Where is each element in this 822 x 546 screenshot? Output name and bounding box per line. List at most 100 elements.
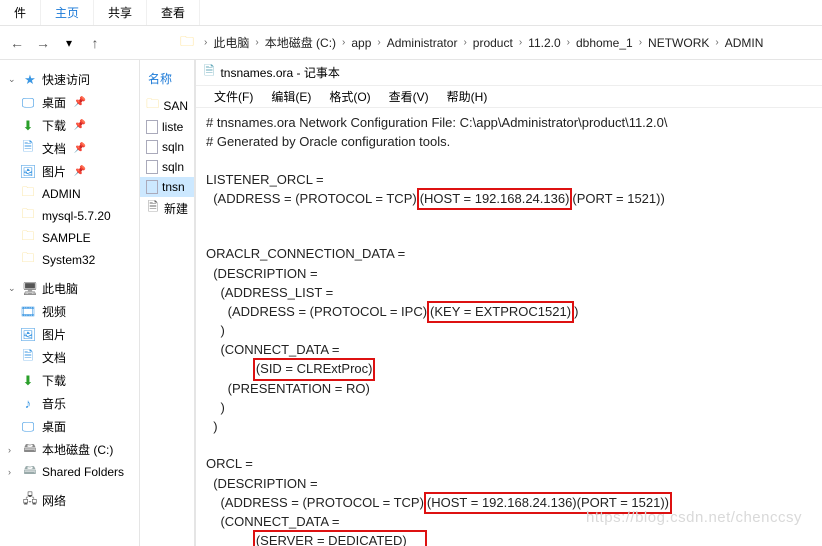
sidebar-network[interactable]: 🖧网络 [0, 489, 139, 512]
sidebar-item-music[interactable]: ♪ 音乐 [0, 392, 139, 415]
highlight-host: (HOST = 192.168.24.136) [417, 188, 573, 210]
sidebar-label: mysql-5.7.20 [42, 209, 111, 223]
sidebar-label: ADMIN [42, 187, 81, 201]
sidebar-quick-access[interactable]: ⌄★快速访问 [0, 68, 139, 91]
breadcrumb[interactable]: 🗀 › 此电脑 › 本地磁盘 (C:) › app › Administrato… [180, 31, 763, 55]
file-name: sqln [162, 160, 184, 174]
sidebar-label: 下载 [42, 117, 66, 134]
arrow-left-icon: ← [10, 35, 24, 51]
sidebar-item-downloads[interactable]: ⬇ 下载 [0, 369, 139, 392]
network-icon: 🖧 [22, 493, 38, 509]
path-seg[interactable]: 本地磁盘 (C:) [265, 34, 336, 51]
file-icon [146, 180, 158, 194]
list-item-selected[interactable]: tnsn [140, 177, 194, 197]
tab-share[interactable]: 共享 [94, 0, 147, 25]
sidebar-label: 下载 [42, 372, 66, 389]
sidebar-item-videos[interactable]: 🎞视频 [0, 300, 139, 323]
path-seg[interactable]: product [473, 36, 513, 50]
text-line: (DESCRIPTION = [206, 476, 318, 491]
sidebar-label: 视频 [42, 303, 66, 320]
download-icon: ⬇ [20, 373, 36, 389]
text-line: LISTENER_ORCL = [206, 172, 324, 187]
sidebar-label: 音乐 [42, 395, 66, 412]
sidebar-label: 网络 [42, 492, 66, 509]
sidebar-label: 桌面 [42, 94, 66, 111]
picture-icon: 🖼 [20, 327, 36, 343]
path-seg[interactable]: dbhome_1 [576, 36, 633, 50]
sidebar-item-shared[interactable]: ›🖴Shared Folders [0, 461, 139, 483]
sidebar-item-disk-c[interactable]: › 🖴本地磁盘 (C:) [0, 438, 139, 461]
arrow-up-icon: ↑ [92, 35, 99, 51]
list-item[interactable]: sqln [140, 137, 194, 157]
sidebar-label: 图片 [42, 326, 66, 343]
chevron-down-icon: ⌄ [8, 283, 18, 294]
highlight-key: (KEY = EXTPROC1521) [427, 301, 574, 323]
path-seg[interactable]: 11.2.0 [528, 36, 560, 50]
path-seg[interactable]: Administrator [387, 36, 458, 50]
chevron-right-icon: › [715, 37, 718, 48]
text-line: ) [574, 304, 578, 319]
highlight-sid: (SID = CLRExtProc) [253, 358, 376, 380]
nav-back-button[interactable]: ← [6, 32, 28, 54]
sidebar-item-documents[interactable]: 🗎 文档 [0, 346, 139, 369]
sidebar-this-pc[interactable]: ⌄🖥此电脑 [0, 277, 139, 300]
path-seg[interactable]: ADMIN [725, 36, 764, 50]
disk-icon: 🖴 [22, 442, 38, 458]
notepad-content[interactable]: # tnsnames.ora Network Configuration Fil… [196, 108, 822, 546]
nav-dropdown-button[interactable]: ▾ [58, 32, 80, 54]
main-area: ⌄★快速访问 🖵桌面📌 ⬇下载📌 🗎文档📌 🖼图片📌 🗀ADMIN 🗀mysql… [0, 60, 822, 546]
file-icon [146, 120, 158, 134]
column-header-name[interactable]: 名称 [140, 68, 194, 89]
text-line: (ADDRESS_LIST = [206, 285, 333, 300]
text-line: (SERVER = DEDICATED) [256, 533, 407, 546]
sidebar-label: 文档 [42, 349, 66, 366]
star-icon: ★ [22, 72, 38, 88]
chevron-right-icon: › [8, 445, 18, 455]
music-icon: ♪ [20, 396, 36, 412]
chevron-right-icon: › [463, 37, 466, 48]
sidebar-label: 此电脑 [42, 280, 78, 297]
chevron-down-icon: ▾ [66, 36, 72, 50]
nav-forward-button[interactable]: → [32, 32, 54, 54]
menu-view[interactable]: 查看(V) [381, 86, 437, 107]
sidebar-item-downloads[interactable]: ⬇ 下载 📌 [0, 114, 139, 137]
chevron-right-icon: › [567, 37, 570, 48]
menu-edit[interactable]: 编辑(E) [263, 86, 319, 107]
list-item[interactable]: sqln [140, 157, 194, 177]
menu-format[interactable]: 格式(O) [321, 86, 378, 107]
sidebar-label: 本地磁盘 (C:) [42, 441, 113, 458]
text-line: # tnsnames.ora Network Configuration Fil… [206, 115, 667, 130]
tab-view[interactable]: 查看 [147, 0, 200, 25]
ribbon-tabs: 件 主页 共享 查看 [0, 0, 822, 26]
folder-icon: 🗀 [20, 208, 36, 224]
chevron-right-icon: › [342, 37, 345, 48]
menu-file[interactable]: 文件(F) [206, 86, 261, 107]
sidebar-item-folder[interactable]: 🗀 mysql-5.7.20 [0, 205, 139, 227]
list-item[interactable]: 🗀SAN [140, 95, 194, 117]
sidebar-label: 快速访问 [42, 71, 90, 88]
watermark: https://blog.csdn.net/chenccsy [586, 507, 802, 528]
tab-home[interactable]: 主页 [41, 0, 94, 25]
sidebar-item-folder[interactable]: 🗀SAMPLE [0, 227, 139, 249]
nav-up-button[interactable]: ↑ [84, 32, 106, 54]
download-icon: ⬇ [20, 118, 36, 134]
sidebar-label: 桌面 [42, 418, 66, 435]
sidebar-item-pictures[interactable]: 🖼 图片 [0, 323, 139, 346]
sidebar-item-folder[interactable]: 🗀ADMIN [0, 183, 139, 205]
sidebar-item-pictures[interactable]: 🖼图片📌 [0, 160, 139, 183]
pin-icon: 📌 [72, 118, 88, 134]
list-item[interactable]: liste [140, 117, 194, 137]
document-icon: 🗎 [20, 350, 36, 366]
path-root[interactable]: 此电脑 [213, 34, 249, 51]
sidebar-item-documents[interactable]: 🗎文档📌 [0, 137, 139, 160]
folder-icon: 🗀 [20, 230, 36, 246]
sidebar-item-desktop[interactable]: 🖵桌面 [0, 415, 139, 438]
sidebar-item-desktop[interactable]: 🖵桌面📌 [0, 91, 139, 114]
menu-help[interactable]: 帮助(H) [439, 86, 496, 107]
tab-file[interactable]: 件 [0, 0, 41, 25]
list-item[interactable]: 🗎新建 [140, 197, 194, 220]
path-seg[interactable]: app [351, 36, 371, 50]
path-seg[interactable]: NETWORK [648, 36, 709, 50]
notepad-titlebar[interactable]: 🗎 tnsnames.ora - 记事本 [196, 60, 822, 86]
sidebar-item-folder[interactable]: 🗀System32 [0, 249, 139, 271]
